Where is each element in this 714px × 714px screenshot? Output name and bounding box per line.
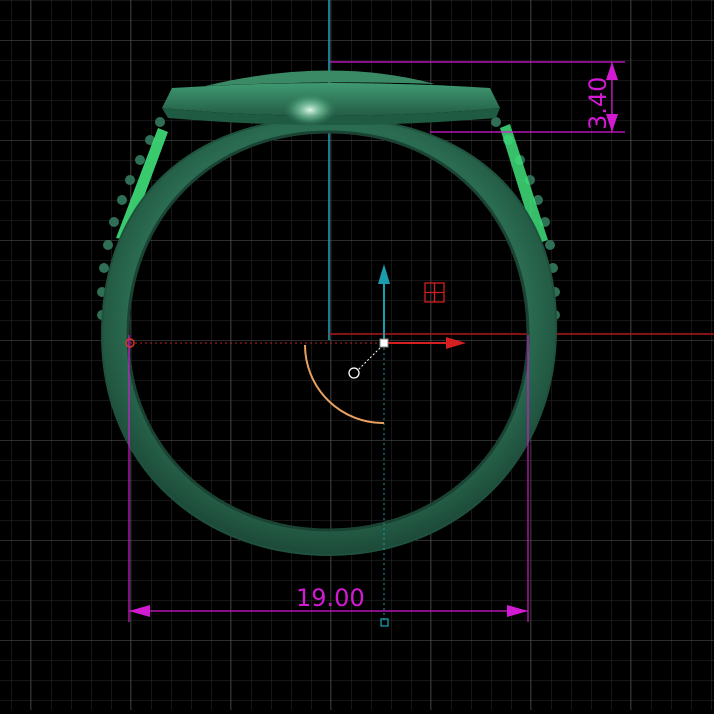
- width-label: 19.00: [296, 584, 365, 612]
- gizmo-center-handle[interactable]: [379, 338, 389, 348]
- shoulder-height-label: 3.40: [584, 77, 612, 130]
- ring-shine: [284, 94, 336, 126]
- rotate-pivot-handle[interactable]: [348, 367, 360, 379]
- 3d-viewport[interactable]: 3.40 19.00: [0, 0, 714, 710]
